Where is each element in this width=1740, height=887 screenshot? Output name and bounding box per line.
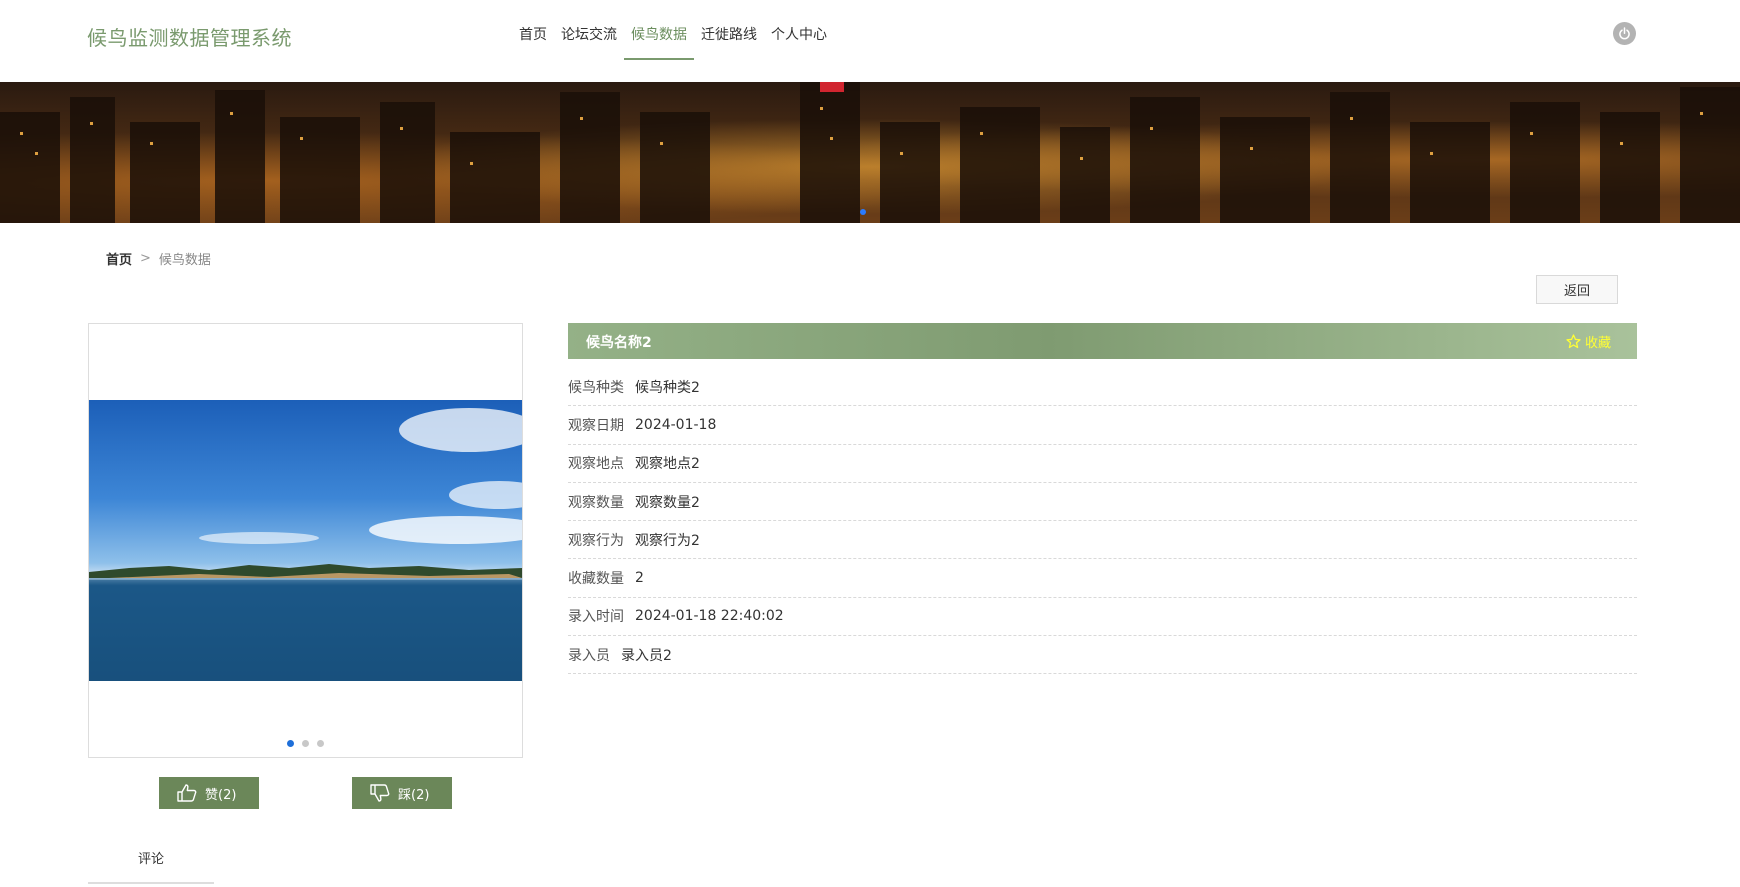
image-carousel: [88, 323, 523, 758]
detail-row-observation-location: 观察地点 观察地点2: [568, 445, 1637, 483]
nav-item-migration-route[interactable]: 迁徙路线: [694, 0, 764, 60]
favorite-button[interactable]: 收藏: [1566, 332, 1611, 351]
logout-power-icon[interactable]: [1613, 22, 1636, 45]
like-button[interactable]: 赞(2): [159, 777, 259, 809]
detail-row-favorite-count: 收藏数量 2: [568, 559, 1637, 598]
nav-item-personal-center[interactable]: 个人中心: [764, 0, 834, 60]
like-count-label: 赞(2): [205, 787, 237, 803]
detail-list: 候鸟种类 候鸟种类2 观察日期 2024-01-18 观察地点 观察地点2 观察…: [568, 368, 1637, 675]
lake-photo: [89, 400, 522, 681]
field-label: 收藏数量: [568, 571, 624, 588]
detail-row-entry-user: 录入员 录入员2: [568, 636, 1637, 675]
carousel-dot-1[interactable]: [287, 740, 294, 747]
field-label: 观察行为: [568, 532, 624, 549]
main-nav: 首页 论坛交流 候鸟数据 迁徙路线 个人中心: [512, 0, 834, 60]
detail-row-entry-time: 录入时间 2024-01-18 22:40:02: [568, 598, 1637, 637]
dislike-button[interactable]: 踩(2): [352, 777, 452, 809]
field-value: 2: [635, 570, 644, 587]
field-label: 录入时间: [568, 609, 624, 626]
dislike-count-label: 踩(2): [398, 787, 430, 803]
field-value: 2024-01-18: [635, 416, 717, 433]
field-label: 观察日期: [568, 417, 624, 434]
bird-name-title: 候鸟名称2: [586, 335, 652, 351]
detail-header: 候鸟名称2 收藏: [568, 323, 1637, 359]
field-value: 观察数量2: [635, 494, 700, 511]
field-label: 候鸟种类: [568, 379, 624, 396]
field-label: 录入员: [568, 647, 610, 664]
field-label: 观察地点: [568, 456, 624, 473]
carousel-dots: [89, 740, 522, 747]
nav-item-forum[interactable]: 论坛交流: [554, 0, 624, 60]
header: 候鸟监测数据管理系统 首页 论坛交流 候鸟数据 迁徙路线 个人中心: [0, 0, 1740, 82]
back-button[interactable]: 返回: [1536, 275, 1618, 304]
breadcrumb-current: 候鸟数据: [158, 253, 211, 268]
field-value: 2024-01-18 22:40:02: [635, 608, 784, 625]
favorite-label: 收藏: [1584, 336, 1611, 351]
nav-item-home[interactable]: 首页: [512, 0, 554, 60]
thumbs-down-icon: [370, 784, 390, 802]
thumbs-up-icon: [177, 784, 197, 802]
breadcrumb: 首页 > 候鸟数据: [106, 249, 211, 268]
site-logo[interactable]: 候鸟监测数据管理系统: [87, 22, 292, 51]
detail-row-observation-date: 观察日期 2024-01-18: [568, 406, 1637, 445]
nav-item-bird-data[interactable]: 候鸟数据: [624, 0, 694, 60]
detail-row-observation-behavior: 观察行为 观察行为2: [568, 521, 1637, 560]
carousel-dot-3[interactable]: [317, 740, 324, 747]
field-value: 观察地点2: [635, 456, 700, 473]
breadcrumb-separator: >: [140, 251, 151, 266]
detail-row-observation-count: 观察数量 观察数量2: [568, 483, 1637, 522]
breadcrumb-home-link[interactable]: 首页: [106, 249, 132, 268]
field-value: 候鸟种类2: [635, 379, 700, 396]
detail-row-species: 候鸟种类 候鸟种类2: [568, 368, 1637, 407]
field-value: 观察行为2: [635, 532, 700, 549]
field-label: 观察数量: [568, 494, 624, 511]
tab-comments[interactable]: 评论: [88, 848, 214, 884]
field-value: 录入员2: [621, 647, 672, 664]
star-icon: [1566, 334, 1581, 349]
carousel-dot-2[interactable]: [302, 740, 309, 747]
city-night-banner: [0, 82, 1740, 223]
